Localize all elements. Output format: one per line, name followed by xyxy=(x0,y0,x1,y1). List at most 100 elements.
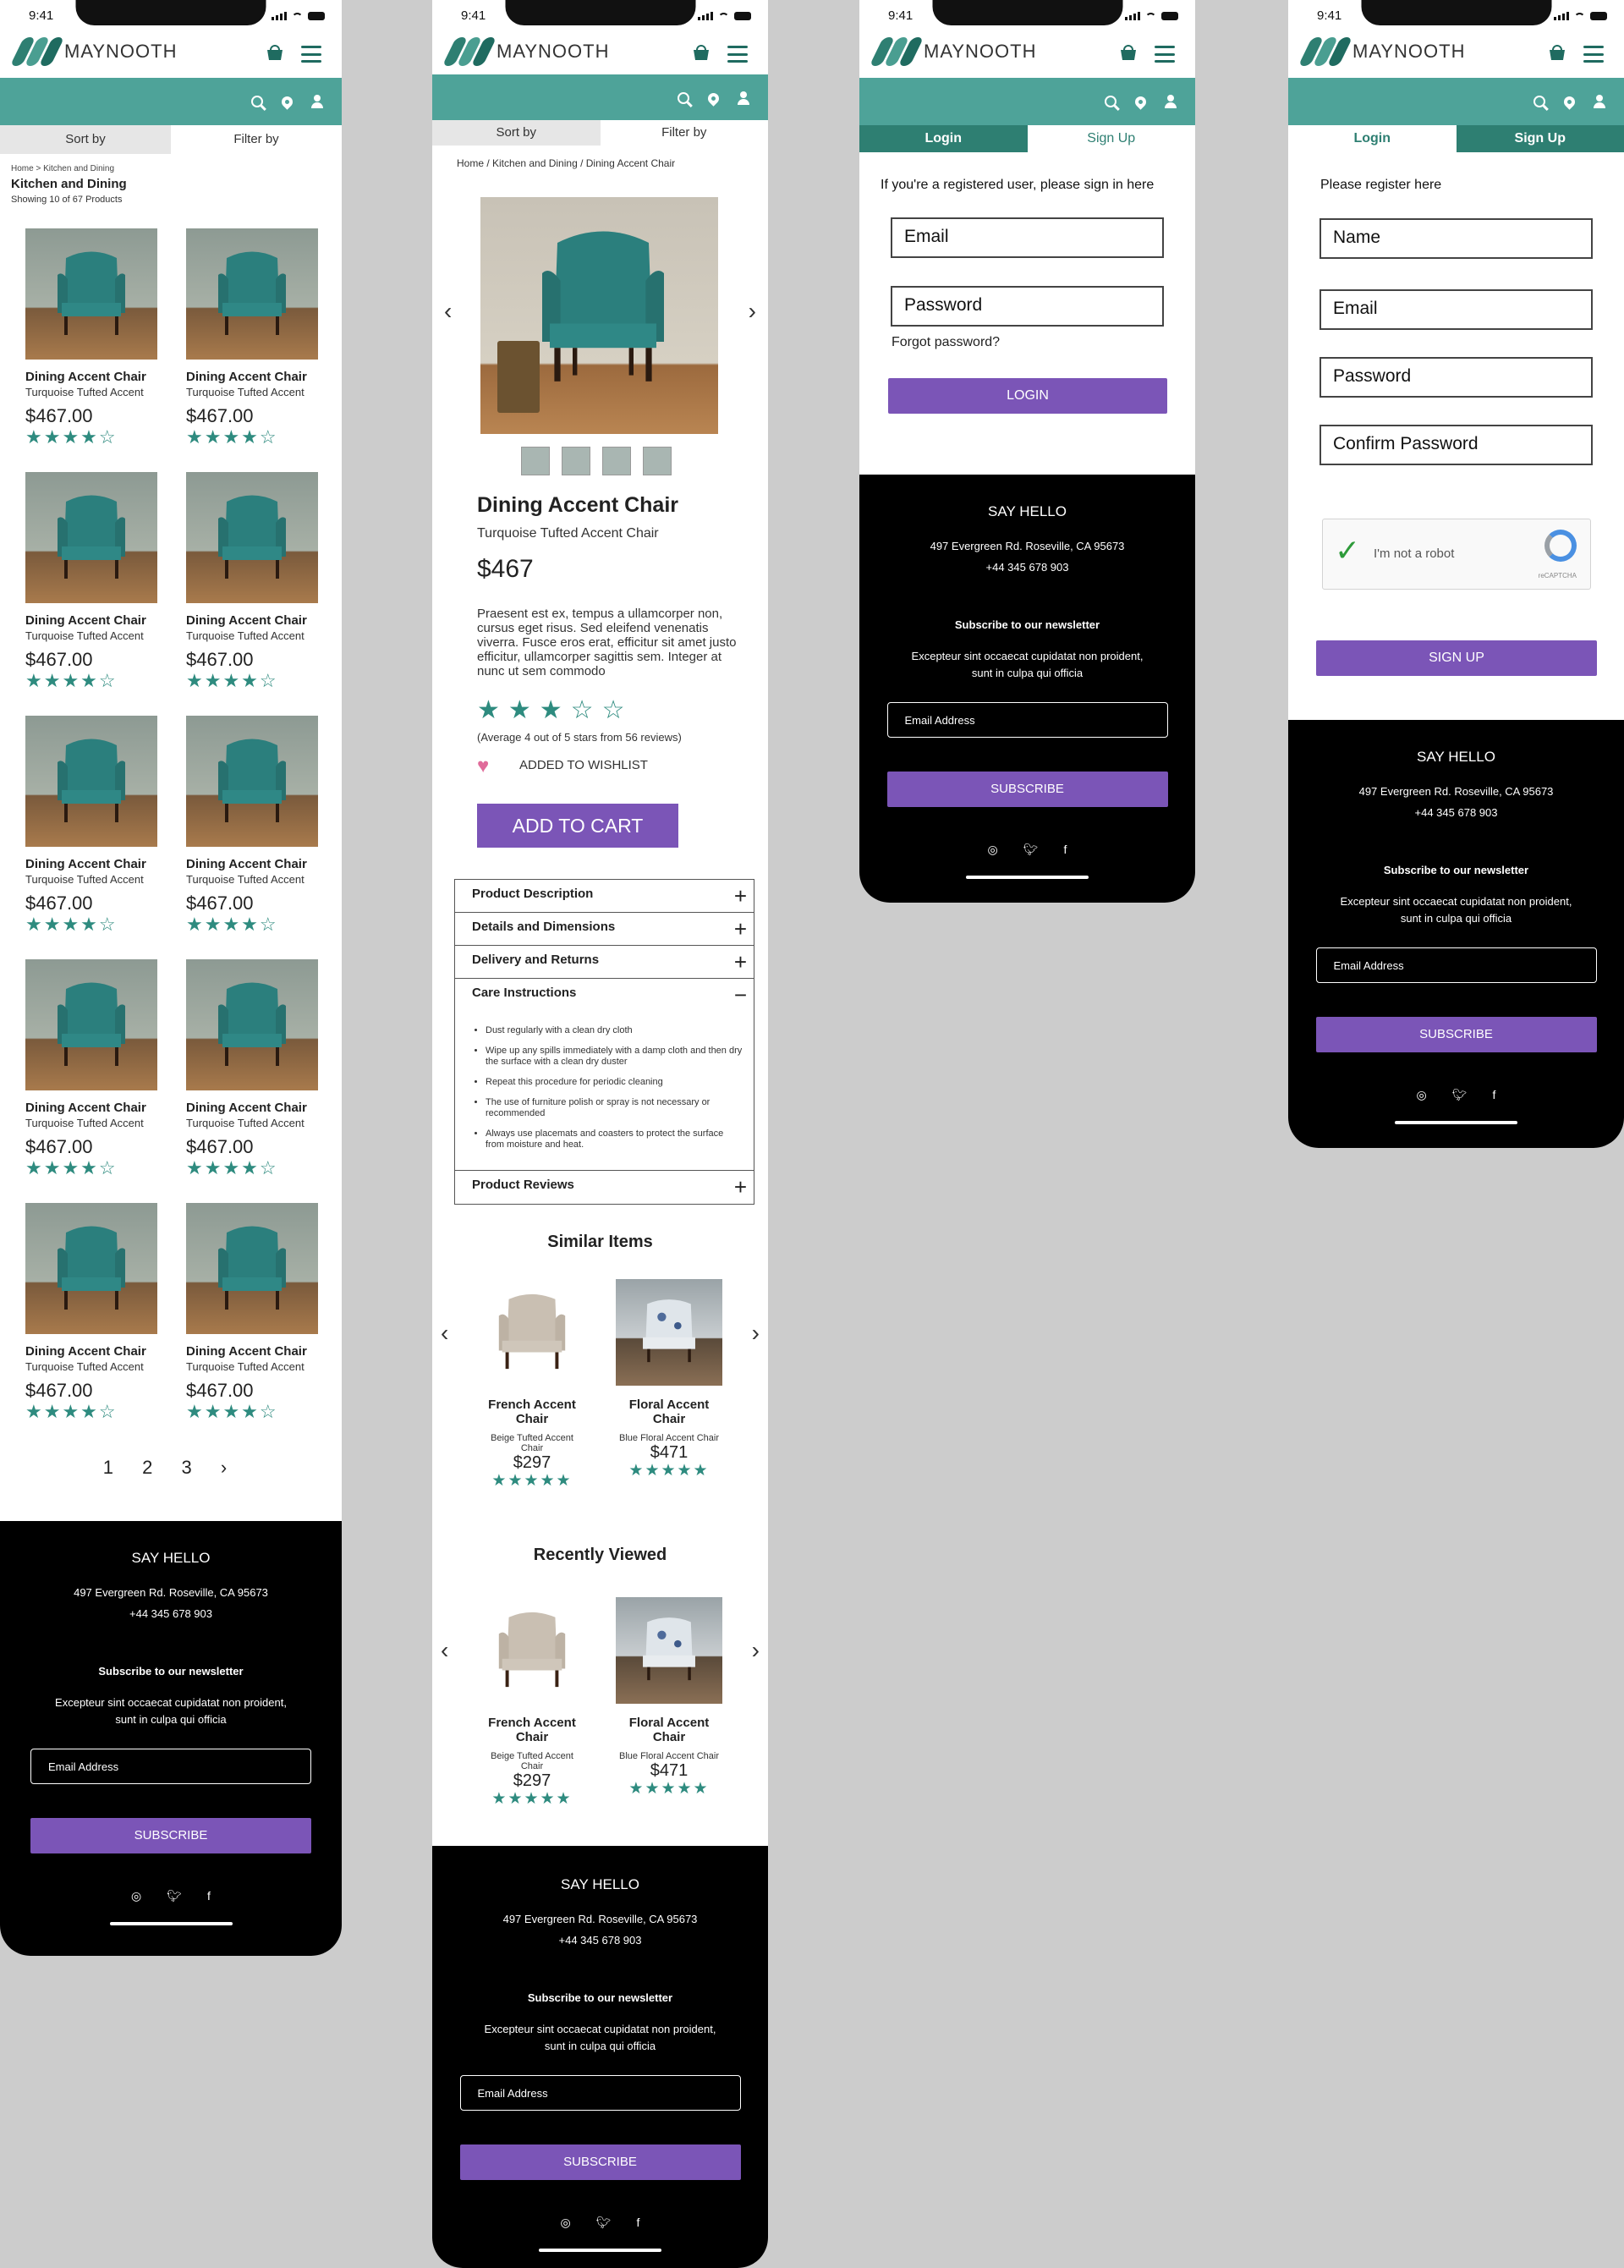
product-name[interactable]: Dining Accent Chair xyxy=(25,1344,157,1359)
product-card[interactable]: Dining Accent Chair Turquoise Tufted Acce… xyxy=(186,716,318,959)
name-field[interactable]: Name xyxy=(1320,218,1593,259)
twitter-icon[interactable]: 🐦︎ xyxy=(167,1889,182,1903)
instagram-icon[interactable]: ◎ xyxy=(1417,1088,1427,1102)
product-image[interactable] xyxy=(186,228,318,360)
user-icon[interactable] xyxy=(1594,95,1605,108)
image-next-icon[interactable]: › xyxy=(749,298,756,325)
heart-icon[interactable]: ♥ xyxy=(477,755,489,778)
product-image[interactable] xyxy=(25,228,157,360)
menu-icon[interactable] xyxy=(301,46,321,63)
basket-icon[interactable] xyxy=(1548,44,1566,61)
search-icon[interactable] xyxy=(678,92,689,104)
product-image[interactable] xyxy=(186,1203,318,1334)
user-icon[interactable] xyxy=(1165,95,1177,108)
subscribe-button[interactable]: SUBSCRIBE xyxy=(886,772,1168,807)
thumbnail-2[interactable] xyxy=(562,447,590,475)
location-pin-icon[interactable] xyxy=(1133,93,1149,110)
facebook-icon[interactable]: f xyxy=(1493,1088,1496,1102)
product-image[interactable] xyxy=(479,1279,585,1386)
product-image[interactable] xyxy=(25,959,157,1090)
carousel-product-card[interactable]: Floral Accent Chair Blue Floral Accent Ch… xyxy=(616,1597,722,1808)
instagram-icon[interactable]: ◎ xyxy=(561,2216,571,2230)
basket-icon[interactable] xyxy=(266,44,284,61)
product-card[interactable]: Dining Accent Chair Turquoise Tufted Acce… xyxy=(186,472,318,716)
product-name[interactable]: Dining Accent Chair xyxy=(25,613,157,628)
product-card[interactable]: Dining Accent Chair Turquoise Tufted Acce… xyxy=(186,1203,318,1447)
accordion-product-description[interactable]: Product Description + xyxy=(455,880,754,913)
product-image[interactable] xyxy=(186,716,318,847)
signup-tab[interactable]: Sign Up xyxy=(1456,125,1624,152)
product-card[interactable]: Dining Accent Chair Turquoise Tufted Acce… xyxy=(186,959,318,1203)
logo[interactable]: MAYNOOTH xyxy=(9,37,177,66)
product-name[interactable]: Dining Accent Chair xyxy=(186,613,318,628)
logo[interactable]: MAYNOOTH xyxy=(869,37,1036,66)
accordion-product-reviews[interactable]: Product Reviews + xyxy=(455,1171,754,1204)
facebook-icon[interactable]: f xyxy=(207,1889,211,1903)
product-card[interactable]: Dining Accent Chair Turquoise Tufted Acce… xyxy=(25,472,157,716)
product-name[interactable]: Dining Accent Chair xyxy=(186,1344,318,1359)
recent-next-icon[interactable]: › xyxy=(752,1637,760,1664)
location-pin-icon[interactable] xyxy=(279,93,295,110)
login-tab[interactable]: Login xyxy=(859,125,1028,152)
breadcrumb[interactable]: Home > Kitchen and Dining xyxy=(11,164,342,173)
basket-icon[interactable] xyxy=(1119,44,1138,61)
basket-icon[interactable] xyxy=(692,44,710,61)
newsletter-email-input[interactable]: Email Address xyxy=(1315,947,1597,983)
newsletter-email-input[interactable]: Email Address xyxy=(886,702,1168,738)
product-name[interactable]: Dining Accent Chair xyxy=(25,370,157,384)
sort-by-tab[interactable]: Sort by xyxy=(0,125,171,154)
recaptcha-widget[interactable]: ✓ I'm not a robot reCAPTCHA xyxy=(1322,519,1591,590)
carousel-product-name[interactable]: Floral Accent Chair xyxy=(616,1398,722,1426)
signup-button[interactable]: SIGN UP xyxy=(1316,640,1597,676)
product-image[interactable] xyxy=(616,1279,722,1386)
recent-prev-icon[interactable]: ‹ xyxy=(441,1637,448,1664)
product-card[interactable]: Dining Accent Chair Turquoise Tufted Acce… xyxy=(25,959,157,1203)
rating-stars[interactable]: ★★★☆☆ xyxy=(477,695,633,725)
product-name[interactable]: Dining Accent Chair xyxy=(25,857,157,871)
add-to-cart-button[interactable]: ADD TO CART xyxy=(477,804,678,848)
filter-by-tab[interactable]: Filter by xyxy=(171,125,342,154)
breadcrumb[interactable]: Home / Kitchen and Dining / Dining Accen… xyxy=(457,157,768,169)
product-image[interactable] xyxy=(25,472,157,603)
page-1-link[interactable]: 1 xyxy=(103,1457,125,1478)
product-name[interactable]: Dining Accent Chair xyxy=(186,857,318,871)
facebook-icon[interactable]: f xyxy=(1064,843,1067,857)
logo[interactable]: MAYNOOTH xyxy=(442,37,609,66)
product-card[interactable]: Dining Accent Chair Turquoise Tufted Acce… xyxy=(25,716,157,959)
twitter-icon[interactable]: 🐦︎ xyxy=(596,2216,612,2230)
user-icon[interactable] xyxy=(311,95,323,108)
carousel-product-name[interactable]: French Accent Chair xyxy=(479,1398,585,1426)
carousel-product-name[interactable]: Floral Accent Chair xyxy=(616,1716,722,1744)
email-field[interactable]: Email xyxy=(1320,289,1593,330)
product-name[interactable]: Dining Accent Chair xyxy=(186,370,318,384)
thumbnail-4[interactable] xyxy=(643,447,672,475)
product-image[interactable] xyxy=(186,472,318,603)
forgot-password-link[interactable]: Forgot password? xyxy=(892,335,1000,350)
carousel-product-name[interactable]: French Accent Chair xyxy=(479,1716,585,1744)
email-field[interactable]: Email xyxy=(891,217,1164,258)
sort-by-tab[interactable]: Sort by xyxy=(432,120,601,146)
user-icon[interactable] xyxy=(738,91,749,105)
accordion-care-instructions[interactable]: Care Instructions − xyxy=(455,979,754,1012)
thumbnail-1[interactable] xyxy=(521,447,550,475)
menu-icon[interactable] xyxy=(727,46,748,63)
logo[interactable]: MAYNOOTH xyxy=(1298,37,1465,66)
next-page-icon[interactable]: › xyxy=(221,1457,239,1478)
password-field[interactable]: Password xyxy=(891,286,1164,327)
product-name[interactable]: Dining Accent Chair xyxy=(25,1101,157,1115)
accordion-delivery-returns[interactable]: Delivery and Returns + xyxy=(455,946,754,979)
product-image[interactable] xyxy=(186,959,318,1090)
search-icon[interactable] xyxy=(251,96,263,107)
twitter-icon[interactable]: 🐦︎ xyxy=(1452,1088,1468,1102)
search-icon[interactable] xyxy=(1105,96,1116,107)
twitter-icon[interactable]: 🐦︎ xyxy=(1023,843,1039,857)
subscribe-button[interactable]: SUBSCRIBE xyxy=(459,2144,741,2180)
signup-tab[interactable]: Sign Up xyxy=(1027,125,1195,152)
product-card[interactable]: Dining Accent Chair Turquoise Tufted Acce… xyxy=(25,228,157,472)
page-3-link[interactable]: 3 xyxy=(182,1457,204,1478)
location-pin-icon[interactable] xyxy=(1561,93,1577,110)
product-image[interactable] xyxy=(616,1597,722,1704)
search-icon[interactable] xyxy=(1533,96,1545,107)
instagram-icon[interactable]: ◎ xyxy=(988,843,998,857)
subscribe-button[interactable]: SUBSCRIBE xyxy=(1315,1017,1597,1052)
